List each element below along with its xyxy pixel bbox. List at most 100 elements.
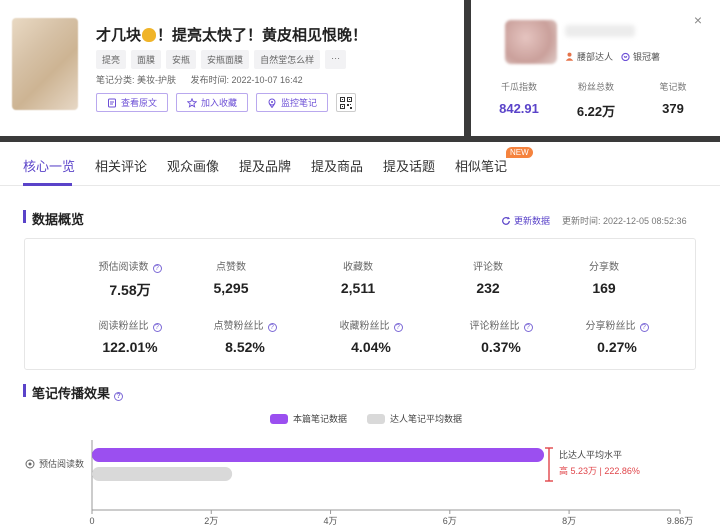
x-tick-label: 6万 <box>443 516 457 526</box>
metric-label: 阅读粉丝比? <box>65 317 195 332</box>
metric-like-fan-ratio: 点赞粉丝比? 8.52% <box>180 317 310 355</box>
stat-label: 千瓜指数 <box>500 82 537 92</box>
help-icon[interactable]: ? <box>152 264 162 273</box>
difference-annotation: 比达人平均水平 高 5.23万 | 222.86% <box>545 447 640 482</box>
metric-label: 点赞数 <box>216 262 246 273</box>
add-favorite-label: 加入收藏 <box>201 98 238 108</box>
active-tab-indicator <box>23 183 72 186</box>
tab-bar: 核心一览 相关评论 观众画像 提及品牌 提及商品 提及话题 相似笔记 <box>0 142 720 186</box>
monitor-note-button[interactable]: 监控笔记 <box>256 93 329 112</box>
overview-title: 数据概览 <box>32 212 85 227</box>
metric-value: 2,511 <box>340 280 376 296</box>
metric-label: 评论数 <box>473 262 503 273</box>
note-category: 笔记分类: 美妆-护肤 <box>96 75 176 85</box>
x-tick-label: 8万 <box>562 516 576 526</box>
metric-comments: 评论数 232 <box>423 258 553 296</box>
bar-author-average[interactable] <box>92 467 233 481</box>
help-icon[interactable]: ? <box>152 323 162 332</box>
bar-note-data[interactable] <box>92 448 545 462</box>
help-icon[interactable]: ? <box>639 323 649 332</box>
metric-value: 232 <box>476 280 500 296</box>
author-level-label: 腰部达人 <box>577 52 614 62</box>
note-tag[interactable]: 安瓶面膜 <box>201 50 250 69</box>
metric-label: 分享粉丝比? <box>552 317 682 332</box>
bars <box>92 448 545 481</box>
overview-metrics-panel: 预估阅读数? 7.58万 点赞数 5,295 收藏数 2,511 评论数 232… <box>24 238 696 370</box>
legend-item-avg[interactable]: 达人笔记平均数据 <box>367 412 462 425</box>
author-name-blurred[interactable] <box>565 25 635 37</box>
tab-audience[interactable]: 观众画像 <box>167 156 219 175</box>
metric-label: 分享数 <box>589 262 619 273</box>
author-crown-badge: 银冠薯 <box>621 50 660 63</box>
document-icon <box>108 98 116 107</box>
note-title: 才几块 ！提亮太快了！黄皮相见恨晚！ <box>96 24 367 45</box>
tab-overview[interactable]: 核心一览 <box>23 156 75 175</box>
add-favorite-button[interactable]: 加入收藏 <box>176 93 249 112</box>
x-tick-label: 9.86万 <box>667 516 694 526</box>
metric-value: 169 <box>592 280 616 296</box>
author-stat-notes: 笔记数 379 <box>635 80 711 120</box>
update-time: 更新时间: 2022-12-05 08:52:36 <box>562 216 687 226</box>
more-tags-button[interactable]: ··· <box>325 50 347 69</box>
metric-label: 评论粉丝比? <box>436 317 566 332</box>
section-marker <box>23 210 26 223</box>
author-stats: 千瓜指数 842.91 粉丝总数 6.22万 笔记数 379 <box>481 80 711 120</box>
metric-share-fan-ratio: 分享粉丝比? 0.27% <box>552 317 682 355</box>
note-cover-image[interactable] <box>12 18 78 110</box>
metric-likes: 点赞数 5,295 <box>166 258 296 296</box>
note-actions: 查看原文 加入收藏 监控笔记 <box>96 93 357 112</box>
note-tag[interactable]: 提亮 <box>96 50 127 69</box>
chart-legend: 本篇笔记数据 达人笔记平均数据 <box>270 412 462 425</box>
author-info-card: × 腰部达人 银冠薯 千瓜指数 842.91 粉丝总数 6.22万 笔记数 37… <box>471 0 720 136</box>
stat-value: 842.91 <box>499 101 539 116</box>
legend-item-note[interactable]: 本篇笔记数据 <box>270 412 347 425</box>
stat-label: 笔记数 <box>659 82 687 92</box>
metric-value: 4.04% <box>351 339 391 355</box>
tab-brands[interactable]: 提及品牌 <box>239 156 291 175</box>
help-icon[interactable]: ? <box>114 392 124 401</box>
qr-code-button[interactable] <box>336 93 357 112</box>
stat-label: 粉丝总数 <box>577 82 614 92</box>
metric-label: 收藏粉丝比? <box>306 317 436 332</box>
crown-icon <box>621 52 630 61</box>
note-tag[interactable]: 自然堂怎么样 <box>254 50 321 69</box>
x-tick-label: 4万 <box>324 516 338 526</box>
view-original-label: 查看原文 <box>121 98 158 108</box>
author-crown-label: 银冠薯 <box>633 52 661 62</box>
metric-value: 5,295 <box>213 280 249 296</box>
tab-similar-notes[interactable]: 相似笔记 <box>455 156 507 175</box>
metric-value: 8.52% <box>225 339 265 355</box>
note-tag[interactable]: 面膜 <box>131 50 162 69</box>
author-badges: 腰部达人 银冠薯 <box>565 50 660 63</box>
author-level-badge: 腰部达人 <box>565 50 613 63</box>
legend-swatch <box>270 413 288 424</box>
tab-topics[interactable]: 提及话题 <box>383 156 435 175</box>
metric-collects: 收藏数 2,511 <box>293 258 423 296</box>
monitor-note-label: 监控笔记 <box>281 98 318 108</box>
note-meta: 笔记分类: 美妆-护肤 发布时间: 2022-10-07 16:42 <box>96 73 303 86</box>
note-tag[interactable]: 安瓶 <box>166 50 197 69</box>
help-icon[interactable]: ? <box>393 323 403 332</box>
x-tick-label: 2万 <box>204 516 218 526</box>
x-axis-ticks: 0 2万 4万 6万 8万 9.86万 <box>89 510 693 526</box>
help-icon[interactable]: ? <box>523 323 533 332</box>
money-bag-icon <box>142 28 157 42</box>
view-original-button[interactable]: 查看原文 <box>96 93 169 112</box>
note-title-part1: 才几块 <box>96 27 142 44</box>
legend-swatch <box>367 413 386 424</box>
avatar[interactable] <box>505 20 557 64</box>
new-badge: NEW <box>506 147 533 158</box>
tab-comments[interactable]: 相关评论 <box>95 156 147 175</box>
eye-icon-pupil <box>28 462 32 466</box>
refresh-data-button[interactable]: 更新数据 <box>501 214 550 227</box>
person-icon <box>565 52 574 61</box>
close-icon[interactable]: × <box>694 12 702 28</box>
metric-value: 0.27% <box>597 339 637 355</box>
metric-comment-fan-ratio: 评论粉丝比? 0.37% <box>436 317 566 355</box>
metric-shares: 分享数 169 <box>539 258 669 296</box>
qr-code-icon <box>340 96 353 109</box>
help-icon[interactable]: ? <box>267 323 277 332</box>
annotation-line2: 高 5.23万 | 222.86% <box>559 465 640 476</box>
tab-products[interactable]: 提及商品 <box>311 156 363 175</box>
star-icon <box>187 97 198 108</box>
